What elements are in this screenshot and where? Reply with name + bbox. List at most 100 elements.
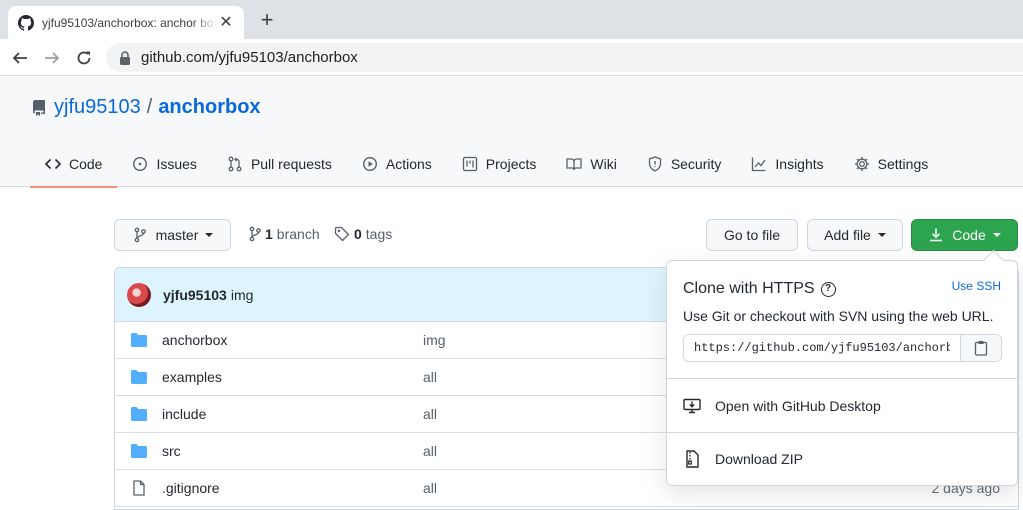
- play-icon: [362, 156, 377, 171]
- download-icon: [930, 228, 943, 242]
- file-name-link[interactable]: include: [162, 406, 206, 422]
- tab-title: yjfu95103/anchorbox: anchor box: [42, 15, 218, 30]
- code-icon: [45, 158, 61, 169]
- clipboard-icon: [974, 341, 988, 356]
- tag-label: tags: [365, 226, 393, 242]
- file-name-link[interactable]: anchorbox: [162, 332, 227, 348]
- code-button[interactable]: Code: [911, 219, 1018, 251]
- tab-label: Projects: [485, 155, 537, 172]
- tab-actions[interactable]: Actions: [347, 140, 447, 187]
- tag-count: 0: [354, 226, 362, 242]
- tab-label: Settings: [877, 155, 929, 172]
- tab-insights[interactable]: Insights: [736, 140, 838, 187]
- browser-tabstrip: yjfu95103/anchorbox: anchor box ✕ +: [0, 0, 1023, 39]
- tab-label: Actions: [385, 155, 432, 172]
- graph-icon: [752, 157, 766, 171]
- branch-name: master: [155, 227, 199, 243]
- file-commit-message[interactable]: img: [423, 332, 446, 348]
- repo-title: yjfu95103 / anchorbox: [31, 96, 261, 119]
- book-icon: [566, 157, 583, 170]
- address-bar[interactable]: github.com/yjfu95103/anchorbox: [106, 43, 1023, 72]
- back-button[interactable]: [8, 46, 32, 70]
- download-zip-label: Download ZIP: [715, 451, 803, 467]
- open-github-desktop-label: Open with GitHub Desktop: [715, 398, 881, 414]
- file-commit-message[interactable]: all: [423, 406, 437, 422]
- tab-label: Wiki: [590, 155, 617, 172]
- arrow-left-icon: [12, 52, 27, 64]
- repo-nav: Code Issues Pull requests Actions Projec…: [30, 140, 944, 188]
- arrow-right-icon: [45, 52, 60, 64]
- folder-icon: [131, 370, 147, 384]
- branch-count: 1: [265, 226, 273, 242]
- branch-select-button[interactable]: master: [114, 219, 231, 251]
- use-ssh-link[interactable]: Use SSH: [952, 279, 1001, 293]
- add-file-button[interactable]: Add file: [807, 219, 903, 251]
- reload-button[interactable]: [72, 46, 96, 70]
- go-to-file-label: Go to file: [723, 227, 781, 243]
- branches-link[interactable]: 1 branch: [247, 226, 320, 242]
- clone-description: Use Git or checkout with SVN using the w…: [683, 308, 994, 324]
- repo-icon: [32, 99, 45, 116]
- issue-icon: [133, 156, 148, 171]
- go-to-file-button[interactable]: Go to file: [706, 219, 798, 251]
- chevron-down-icon: [992, 233, 1001, 237]
- tab-pull-requests[interactable]: Pull requests: [212, 140, 347, 187]
- github-icon: [18, 14, 34, 31]
- repo-header: yjfu95103 / anchorbox Code Issues Pull r…: [0, 77, 1023, 188]
- file-name-link[interactable]: examples: [162, 369, 222, 385]
- code-button-label: Code: [952, 227, 986, 243]
- tab-settings[interactable]: Settings: [839, 140, 944, 187]
- avatar[interactable]: [127, 282, 151, 307]
- file-zip-icon: [686, 450, 699, 468]
- desktop-download-icon: [683, 398, 701, 414]
- clone-url-input[interactable]: [684, 335, 960, 361]
- tab-issues[interactable]: Issues: [117, 140, 211, 187]
- reload-icon: [77, 51, 91, 65]
- repo-name-link[interactable]: anchorbox: [158, 96, 260, 119]
- new-tab-button[interactable]: +: [256, 9, 278, 31]
- browser-tab[interactable]: yjfu95103/anchorbox: anchor box ✕: [8, 6, 244, 39]
- file-name-link[interactable]: src: [162, 443, 181, 459]
- shield-icon: [648, 155, 661, 172]
- tab-label: Issues: [156, 155, 197, 172]
- open-github-desktop-item[interactable]: Open with GitHub Desktop: [683, 397, 881, 415]
- tags-link[interactable]: 0 tags: [334, 226, 392, 242]
- project-icon: [462, 156, 477, 171]
- commit-author-link[interactable]: yjfu95103: [163, 287, 227, 303]
- clone-title-text: Clone with HTTPS: [683, 280, 815, 297]
- address-url: github.com/yjfu95103/anchorbox: [141, 49, 358, 66]
- folder-icon: [131, 444, 147, 458]
- add-file-label: Add file: [824, 227, 871, 243]
- file-commit-message[interactable]: all: [423, 369, 437, 385]
- branch-icon: [249, 226, 261, 242]
- clone-divider: [667, 432, 1017, 433]
- tab-security[interactable]: Security: [632, 140, 737, 187]
- file-commit-message[interactable]: all: [423, 443, 437, 459]
- folder-icon: [131, 407, 147, 421]
- file-commit-message[interactable]: all: [423, 480, 437, 496]
- folder-icon: [131, 333, 147, 347]
- chevron-down-icon: [877, 233, 886, 237]
- close-tab-icon[interactable]: ✕: [218, 14, 234, 31]
- tab-projects[interactable]: Projects: [447, 140, 552, 187]
- lock-icon: [120, 50, 130, 65]
- tab-wiki[interactable]: Wiki: [551, 140, 631, 187]
- question-icon[interactable]: ?: [820, 281, 836, 297]
- tab-code[interactable]: Code: [30, 140, 118, 188]
- gear-icon: [854, 156, 869, 171]
- clone-divider: [667, 378, 1017, 379]
- commit-message-link[interactable]: img: [231, 287, 254, 303]
- branch-label: branch: [276, 226, 320, 242]
- file-name-link[interactable]: .gitignore: [162, 480, 220, 496]
- tab-label: Code: [69, 155, 103, 172]
- copy-url-button[interactable]: [960, 335, 1001, 361]
- tab-label: Pull requests: [250, 155, 332, 172]
- clone-dropdown: Clone with HTTPS ? Use SSH Use Git or ch…: [666, 260, 1018, 486]
- forward-button[interactable]: [40, 46, 64, 70]
- clone-title: Clone with HTTPS ?: [683, 280, 836, 298]
- repo-path-separator: /: [146, 96, 153, 118]
- tab-label: Security: [670, 155, 722, 172]
- download-zip-item[interactable]: Download ZIP: [683, 450, 803, 468]
- repo-owner-link[interactable]: yjfu95103: [54, 96, 141, 119]
- chevron-down-icon: [205, 233, 214, 237]
